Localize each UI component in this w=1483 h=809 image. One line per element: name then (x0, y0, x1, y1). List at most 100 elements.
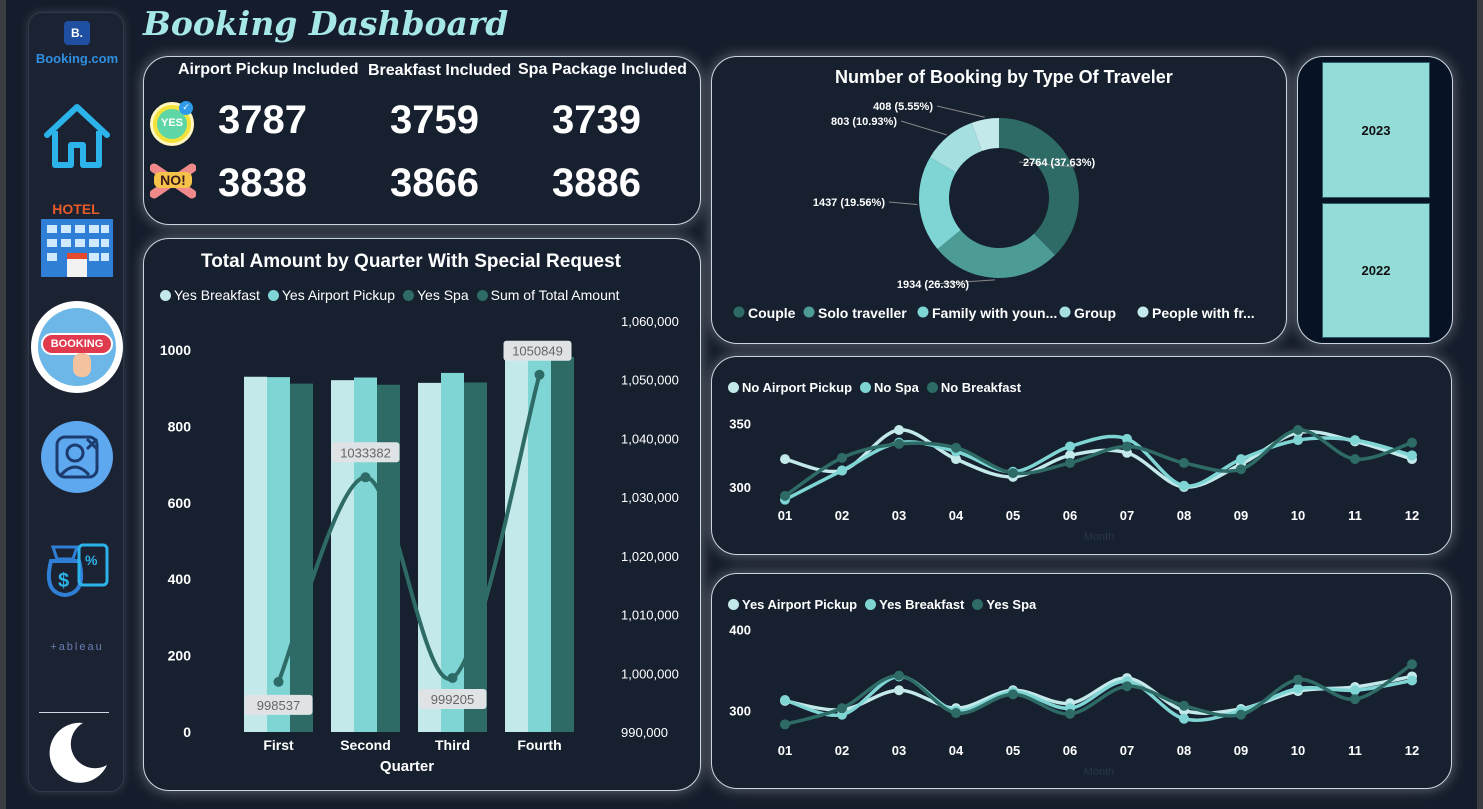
y-tick-label: 400 (729, 622, 751, 637)
y-tick-label: 0 (183, 724, 191, 740)
quarter-chart: 0 200 400 600 800 1000 990,000 1,000,000 1,010,0… (160, 314, 679, 775)
donut-leader-line (888, 201, 918, 206)
x-tick-label: 10 (1291, 508, 1305, 523)
y-tick-label: 1000 (160, 342, 191, 358)
y2-tick-label: 1,050,000 (621, 373, 679, 388)
line-point (1350, 454, 1360, 465)
x-tick-label: 07 (1120, 743, 1134, 758)
kpi-header-spa: Spa Package Included (518, 61, 687, 78)
x-tick-label: 04 (949, 508, 964, 523)
data-label: 999205 (431, 692, 474, 707)
donut-legend-label: People with fr... (1152, 305, 1255, 321)
no-badge-icon: NO! (150, 162, 196, 200)
logo-text: Booking.com (35, 51, 119, 66)
x-tick-label: 01 (778, 508, 792, 523)
line-point (1293, 674, 1303, 685)
line-point (1065, 708, 1075, 719)
x-axis-label: Quarter (380, 758, 434, 775)
x-tick-label: Third (435, 737, 470, 753)
x-tick-label: Second (340, 737, 391, 753)
svg-text:%: % (85, 552, 98, 568)
donut-legend-label: Couple (748, 305, 796, 321)
bar-yes-spa (290, 383, 313, 732)
donut-legend-label: Family with youn... (932, 305, 1057, 321)
line-point (1236, 454, 1246, 465)
y-tick-label: 300 (729, 480, 751, 495)
kpi-yes-spa: 3739 (552, 98, 641, 142)
x-tick-label: 09 (1234, 508, 1248, 523)
line-point (1407, 659, 1417, 670)
donut-data-label: 1437 (19.56%) (813, 197, 885, 209)
line-point (780, 695, 790, 706)
x-tick-label: 09 (1234, 743, 1248, 758)
line-point (1350, 694, 1360, 705)
line-point (894, 670, 904, 681)
booking-pill: BOOKING (41, 333, 113, 355)
y2-tick-label: 1,010,000 (621, 608, 679, 623)
booking-logo[interactable]: B. (57, 21, 97, 45)
hotel-icon[interactable]: HOTEL (37, 199, 117, 279)
data-label: 1033382 (340, 445, 391, 460)
yes-badge-icon: YES ✓ (150, 101, 194, 146)
line-point (1236, 464, 1246, 475)
line-point (1350, 435, 1360, 446)
bar-yes-spa (464, 382, 487, 732)
line-point (1179, 713, 1189, 724)
donut-data-label: 2764 (37.63%) (1023, 157, 1095, 169)
y-tick-label: 300 (729, 704, 751, 719)
year-2023-button[interactable]: 2023 (1322, 62, 1430, 198)
line-point (894, 685, 904, 696)
y2-tick-label: 1,000,000 (621, 666, 679, 681)
x-tick-label: 05 (1006, 743, 1020, 758)
x-tick-label: 05 (1006, 508, 1020, 523)
money-bag-icon[interactable]: $ % (39, 533, 115, 599)
donut-slice-solo-traveller (937, 229, 1056, 278)
x-tick-label: First (263, 737, 294, 753)
donut-legend-dot (917, 306, 929, 318)
booking-button-icon[interactable]: BOOKING (31, 301, 123, 393)
no-monthly-chart: 300 350 01 02 03 04 05 06 07 08 09 10 11 12 Month (729, 417, 1419, 543)
bar-yes-spa (377, 384, 400, 732)
y2-tick-label: 990,000 (621, 725, 668, 740)
line-point (780, 719, 790, 730)
x-tick-label: 11 (1348, 743, 1362, 758)
user-remove-icon[interactable] (39, 419, 115, 495)
line-point (1293, 683, 1303, 694)
hotel-sign: HOTEL (52, 201, 100, 217)
bar-yes-breakfast (505, 356, 528, 732)
year-2022-button[interactable]: 2022 (1322, 203, 1430, 338)
line-point (1179, 457, 1189, 468)
yes-monthly-chart: 300 400 01 02 03 04 05 06 07 08 09 10 11 12 Month (729, 622, 1419, 778)
sidebar-divider (39, 712, 109, 713)
sum-total-line (276, 374, 542, 683)
line-point (1407, 450, 1417, 461)
y2-tick-label: 1,030,000 (621, 490, 679, 505)
x-tick-label: 02 (835, 508, 849, 523)
home-icon[interactable] (37, 95, 117, 175)
x-tick-label: 02 (835, 743, 849, 758)
donut-legend-label: Solo traveller (818, 305, 907, 321)
tableau-logo[interactable]: +ableau (31, 641, 123, 653)
line-point (1008, 689, 1018, 700)
line-point (780, 454, 790, 465)
x-tick-label: 12 (1405, 743, 1419, 758)
line-point (1407, 437, 1417, 448)
sum-total-point (273, 676, 284, 687)
donut-legend-dot (733, 306, 745, 318)
bar-yes-breakfast (331, 380, 354, 732)
bar-yes-airport-pickup (354, 377, 377, 732)
line-point (780, 490, 790, 501)
y-tick-label: 600 (168, 495, 192, 511)
moon-icon[interactable] (43, 719, 111, 787)
x-tick-label: 03 (892, 508, 906, 523)
line-point (837, 452, 847, 463)
kpi-yes-airport: 3787 (218, 98, 307, 142)
y-tick-label: 200 (168, 648, 192, 664)
sum-total-point (447, 672, 458, 683)
donut-legend-dot (803, 306, 815, 318)
line-point (951, 708, 961, 719)
donut-data-label: 803 (10.93%) (831, 116, 897, 128)
check-icon: ✓ (179, 101, 193, 115)
donut-data-label: 408 (5.55%) (873, 101, 933, 113)
line-point (1293, 435, 1303, 446)
